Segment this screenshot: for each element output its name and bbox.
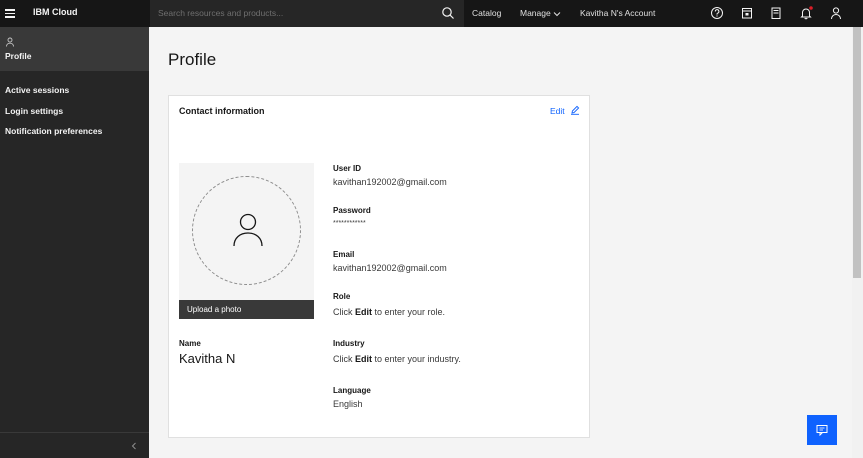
name-label: Name — [179, 339, 201, 348]
role-edit-emphasis: Edit — [355, 307, 372, 317]
sidebar-item-profile[interactable]: Profile — [0, 27, 149, 71]
search-area — [150, 0, 464, 27]
photo-placeholder — [192, 176, 301, 285]
card-title: Contact information — [179, 106, 265, 116]
sidebar-item-active-sessions[interactable]: Active sessions — [5, 85, 69, 95]
user-placeholder-icon — [233, 213, 263, 247]
upload-photo-button[interactable]: Upload a photo — [179, 300, 314, 319]
sidebar: Profile Active sessions Login settings N… — [0, 27, 149, 458]
user-avatar-icon[interactable] — [829, 6, 843, 20]
cost-estimator-icon[interactable] — [769, 6, 783, 20]
scrollbar-thumb[interactable] — [853, 27, 861, 278]
industry-value: Click Edit to enter your industry. — [333, 354, 461, 364]
sidebar-item-notification-preferences[interactable]: Notification preferences — [5, 126, 102, 136]
upload-photo-label: Upload a photo — [187, 305, 242, 314]
email-label: Email — [333, 250, 355, 259]
password-value: ************ — [333, 220, 366, 227]
email-value: kavithan192002@gmail.com — [333, 263, 447, 273]
sidebar-item-login-settings[interactable]: Login settings — [5, 106, 63, 116]
chevron-down-icon — [553, 12, 561, 17]
brand-title[interactable]: IBM Cloud — [33, 7, 78, 17]
search-icon[interactable] — [441, 6, 455, 20]
help-icon[interactable] — [710, 6, 724, 20]
name-value: Kavitha N — [179, 351, 236, 366]
industry-value-suffix: to enter your industry. — [372, 354, 461, 364]
nav-catalog[interactable]: Catalog — [472, 8, 501, 18]
chat-icon — [816, 425, 828, 436]
nav-manage[interactable]: Manage — [520, 8, 551, 18]
edit-icon[interactable] — [570, 105, 580, 115]
industry-label: Industry — [333, 339, 365, 348]
profile-photo: Upload a photo — [179, 163, 314, 319]
calendar-icon[interactable] — [740, 6, 754, 20]
language-label: Language — [333, 386, 371, 395]
edit-button[interactable]: Edit — [550, 106, 565, 116]
search-input[interactable] — [158, 6, 428, 20]
notification-icon[interactable] — [799, 6, 813, 20]
language-value: English — [333, 399, 363, 409]
menu-icon[interactable] — [5, 9, 15, 18]
user-id-label: User ID — [333, 164, 362, 173]
contact-information-card: Contact information Edit Upload a photo … — [168, 95, 590, 438]
page-title: Profile — [168, 50, 217, 69]
role-value-suffix: to enter your role. — [372, 307, 446, 317]
top-bar: IBM Cloud Catalog Manage Kavitha N's Acc… — [0, 0, 863, 27]
sidebar-collapse-bar[interactable] — [0, 432, 149, 458]
role-value-prefix: Click — [333, 307, 355, 317]
chat-button[interactable] — [807, 415, 837, 445]
user-icon — [6, 37, 14, 47]
nav-manage-label: Manage — [520, 8, 551, 18]
password-label: Password — [333, 206, 371, 215]
role-value: Click Edit to enter your role. — [333, 307, 445, 317]
role-label: Role — [333, 292, 351, 301]
user-id-value: kavithan192002@gmail.com — [333, 177, 447, 187]
account-switcher[interactable]: Kavitha N's Account — [580, 8, 655, 18]
sidebar-item-profile-label: Profile — [5, 51, 32, 61]
industry-edit-emphasis: Edit — [355, 354, 372, 364]
chevron-left-icon[interactable] — [129, 440, 139, 452]
industry-value-prefix: Click — [333, 354, 355, 364]
